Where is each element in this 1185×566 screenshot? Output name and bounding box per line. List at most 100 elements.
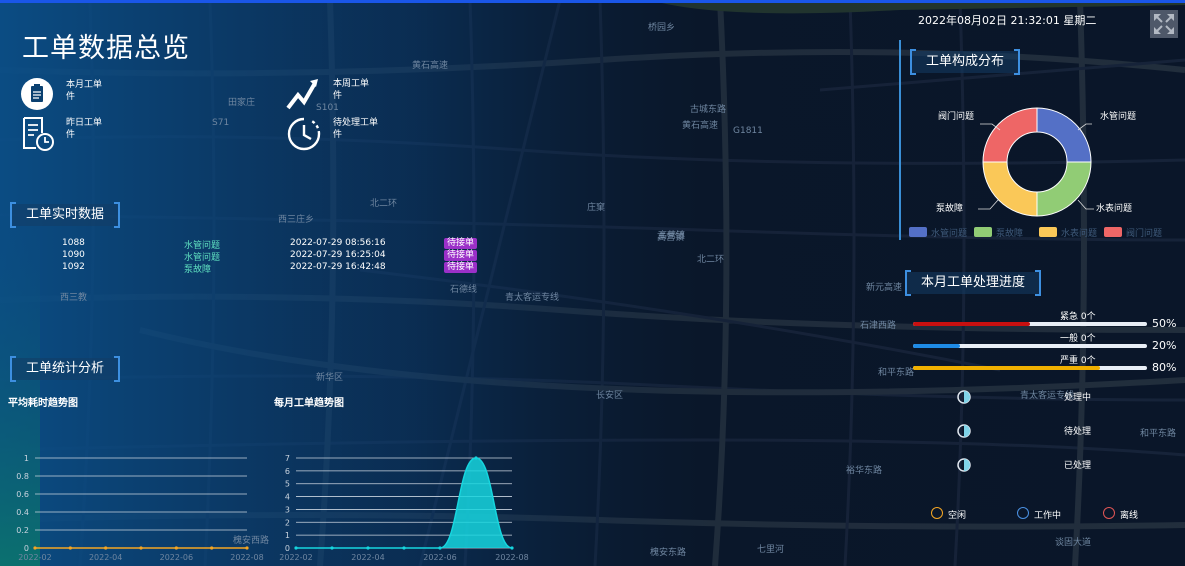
map-label: 裕华东路	[846, 464, 882, 476]
data-point[interactable]	[33, 546, 37, 550]
map-label: 高营镇	[658, 229, 685, 241]
y-tick-label: 7	[285, 454, 290, 463]
data-point[interactable]	[474, 456, 478, 460]
label-leader-line	[978, 199, 999, 210]
status-badge[interactable]: 待接单	[444, 238, 478, 249]
data-point[interactable]	[366, 546, 370, 550]
avg-time-chart-title: 平均耗时趋势图	[8, 398, 78, 409]
y-tick-label: 5	[285, 480, 290, 489]
status-ring-icon	[1017, 507, 1029, 519]
map-label: 黄石高速	[682, 119, 718, 131]
expand-icon	[1154, 14, 1174, 34]
device-legend-label: 离线	[1120, 511, 1139, 521]
progress-fill	[913, 344, 960, 348]
composition-section-title: 工单构成分布	[909, 49, 1021, 75]
status-badge[interactable]: 待接单	[444, 262, 478, 273]
donut-slice[interactable]	[982, 107, 1038, 163]
data-point[interactable]	[104, 546, 108, 550]
y-tick-label: 1	[285, 531, 290, 540]
map-label: S71	[212, 118, 229, 128]
stat-pending-label: 待处理工单件	[333, 118, 379, 140]
legend-swatch[interactable]	[974, 227, 992, 237]
legend-swatch[interactable]	[909, 227, 927, 237]
device-legend-label: 空闲	[948, 511, 967, 521]
legend-label: 水表问题	[1061, 229, 1098, 239]
pie-status-icon	[957, 390, 971, 404]
map-label: 石津西路	[860, 319, 896, 331]
map-label: 北二环	[697, 254, 724, 265]
data-point[interactable]	[330, 546, 334, 550]
stat-month-label: 本月工单件	[66, 80, 103, 102]
map-label: 桥园乡	[648, 21, 675, 33]
status-ring-icon	[931, 507, 943, 519]
status-label: 处理中	[1064, 393, 1092, 403]
x-tick-label: 2022-08	[230, 553, 263, 562]
progress-section-title: 本月工单处理进度	[904, 270, 1042, 296]
y-tick-label: 3	[285, 505, 290, 514]
data-point[interactable]	[139, 546, 143, 550]
y-tick-label: 0	[285, 544, 290, 553]
data-point[interactable]	[245, 546, 249, 550]
y-tick-label: 0.2	[16, 526, 29, 535]
map-label: 长安区	[596, 389, 623, 401]
y-tick-label: 0.4	[16, 508, 29, 517]
realtime-section-title: 工单实时数据	[9, 202, 121, 228]
donut-segment-label: 水管问题	[1100, 110, 1136, 122]
row-time: 2022-07-29 16:25:04	[290, 250, 386, 260]
row-id: 1092	[62, 262, 85, 272]
donut-segment-label: 泵故障	[936, 202, 963, 214]
data-point[interactable]	[510, 546, 514, 550]
row-time: 2022-07-29 16:42:48	[290, 262, 386, 272]
map-label: 西三教	[60, 291, 87, 303]
device-legend-label: 工作中	[1034, 511, 1062, 521]
stat-yesterday	[21, 116, 55, 156]
status-ring-icon	[1103, 507, 1115, 519]
legend-swatch[interactable]	[1039, 227, 1057, 237]
y-tick-label: 6	[285, 467, 290, 476]
receipt-clock-icon	[23, 117, 54, 151]
pie-status-icon	[957, 424, 971, 438]
data-point[interactable]	[68, 546, 72, 550]
row-type: 泵故障	[184, 265, 212, 275]
data-point[interactable]	[210, 546, 214, 550]
composition-donut-chart: 阀门问题 水管问题泵故障 水表问题	[936, 107, 1136, 217]
donut-slice[interactable]	[1036, 161, 1092, 217]
progress-fill	[913, 366, 1101, 370]
progress-percent: 80%	[1152, 361, 1177, 374]
progress-percent: 20%	[1152, 339, 1177, 352]
x-tick-label: 2022-06	[160, 553, 193, 562]
status-badge[interactable]: 待接单	[444, 250, 478, 261]
map-label: 西三庄乡	[278, 213, 314, 225]
trend-icon	[286, 79, 318, 110]
map-label: 青太客运专线	[505, 291, 559, 303]
row-id: 1088	[62, 238, 85, 248]
map-label: G1811	[733, 126, 763, 136]
legend-swatch[interactable]	[1104, 227, 1122, 237]
donut-slice[interactable]	[1036, 107, 1092, 163]
data-point[interactable]	[294, 546, 298, 550]
fullscreen-button[interactable]	[1150, 10, 1178, 38]
x-tick-label: 2022-06	[423, 553, 456, 562]
map-label: 新华区	[316, 371, 343, 383]
monthly-trend-chart: 0 1 2 3 4 5 6 7 2022-02 2022-04 2022-06 2022-08	[279, 454, 528, 562]
map-label: 庄窠	[587, 201, 605, 213]
avg-time-chart: 0 0.2 0.4 0.6 0.8 1 2022-02 2022-04 2022-06 2022-…	[16, 454, 263, 562]
y-tick-label: 0.6	[16, 490, 29, 499]
data-point[interactable]	[438, 546, 442, 550]
area-fill	[296, 458, 512, 548]
stat-yesterday-label: 昨日工单件	[66, 118, 103, 140]
datetime-display: 2022年08月02日 21:32:01 星期二	[918, 14, 1097, 27]
y-tick-label: 0	[24, 544, 29, 553]
progress-track	[913, 344, 1147, 348]
donut-segment-label: 水表问题	[1096, 202, 1132, 214]
donut-segment-label: 阀门问题	[938, 110, 974, 122]
map-label: 北二环	[370, 198, 397, 209]
progress-fill	[913, 322, 1030, 326]
map-label: 石德线	[450, 283, 477, 295]
legend-label: 阀门问题	[1126, 229, 1163, 239]
x-tick-label: 2022-04	[351, 553, 384, 562]
data-point[interactable]	[174, 546, 178, 550]
clipboard-icon	[21, 78, 53, 110]
data-point[interactable]	[402, 546, 406, 550]
map-label: 和平东路	[878, 366, 914, 378]
